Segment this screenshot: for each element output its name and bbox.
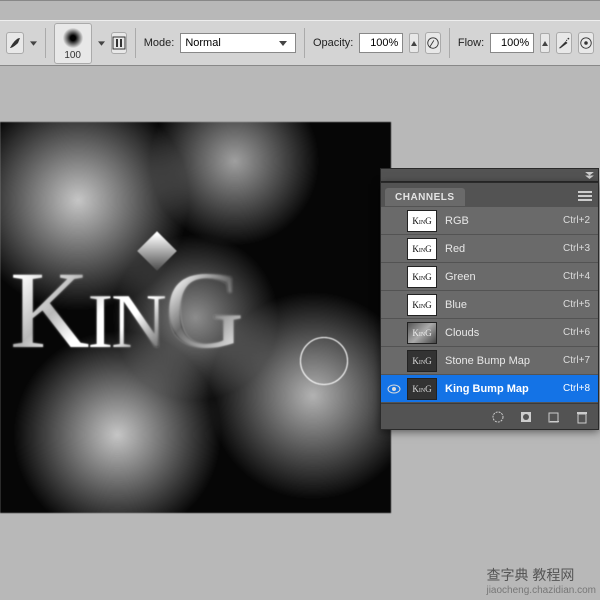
chevron-down-icon [275,41,291,46]
separator [304,28,305,58]
brush-dropdown[interactable] [98,28,105,58]
opacity-label: Opacity: [313,37,353,49]
options-bar: 100 Mode: Normal Opacity: 100% Flow: 100… [0,20,600,66]
panel-tabs: CHANNELS [381,183,598,207]
panel-collapse-bar[interactable] [380,168,599,182]
channel-row[interactable]: KinG RGBCtrl+2 [381,207,598,235]
channel-thumbnail: KinG [407,378,437,400]
channel-name: Blue [445,299,563,311]
opacity-slider-toggle[interactable] [409,33,419,53]
separator [45,28,46,58]
opacity-input[interactable]: 100% [359,33,403,53]
flow-label: Flow: [458,37,484,49]
channel-shortcut: Ctrl+4 [563,271,598,282]
pressure-opacity-icon[interactable] [425,32,441,54]
channel-name: Red [445,243,563,255]
channel-shortcut: Ctrl+2 [563,215,598,226]
separator [449,28,450,58]
airbrush-icon[interactable] [556,32,572,54]
new-channel-icon[interactable] [546,409,562,425]
separator [135,28,136,58]
flow-slider-toggle[interactable] [540,33,550,53]
brush-cursor-icon [300,337,348,385]
tool-preset-picker[interactable] [6,32,24,54]
channel-name: RGB [445,215,563,227]
channel-thumbnail: KinG [407,210,437,232]
channels-panel: CHANNELS KinG RGBCtrl+2 KinG RedCtrl+3 KinG G… [380,182,599,430]
blend-mode-value: Normal [185,37,275,49]
visibility-toggle[interactable] [381,216,407,226]
channel-thumbnail: KinG [407,294,437,316]
canvas-text: KinG [10,247,242,374]
channel-rows: KinGRGBCtrl+2KinGRedCtrl+3KinGGreenCtrl+… [381,207,598,403]
delete-channel-icon[interactable] [574,409,590,425]
channel-row[interactable]: KinG GreenCtrl+4 [381,263,598,291]
channel-name: Clouds [445,327,563,339]
brush-panel-toggle[interactable] [111,32,127,54]
panel-menu-icon[interactable] [578,189,592,201]
visibility-toggle[interactable] [381,328,407,338]
blend-mode-select[interactable]: Normal [180,33,296,53]
channel-row[interactable]: KinG CloudsCtrl+6 [381,319,598,347]
mode-label: Mode: [144,37,175,49]
channel-shortcut: Ctrl+3 [563,243,598,254]
channel-name: Stone Bump Map [445,355,563,367]
visibility-toggle[interactable] [381,244,407,254]
watermark: 查字典 教程网 jiaocheng.chazidian.com [486,565,596,596]
document-canvas[interactable]: KinG [0,122,391,513]
visibility-toggle[interactable] [381,272,407,282]
channel-thumbnail: KinG [407,266,437,288]
channel-shortcut: Ctrl+5 [563,299,598,310]
visibility-toggle[interactable] [381,356,407,366]
panel-footer [381,403,598,429]
window-top-gap [0,0,600,20]
channel-row[interactable]: KinG King Bump MapCtrl+8 [381,375,598,403]
channel-thumbnail: KinG [407,350,437,372]
channel-row[interactable]: KinG Stone Bump MapCtrl+7 [381,347,598,375]
brush-preview[interactable]: 100 [54,23,92,64]
channel-thumbnail: KinG [407,322,437,344]
brush-size-label: 100 [64,50,81,61]
channel-shortcut: Ctrl+6 [563,327,598,338]
flow-input[interactable]: 100% [490,33,534,53]
load-selection-icon[interactable] [490,409,506,425]
channel-row[interactable]: KinG BlueCtrl+5 [381,291,598,319]
pressure-size-icon[interactable] [578,32,594,54]
visibility-toggle[interactable] [381,384,407,394]
tool-preset-dropdown[interactable] [30,28,37,58]
channel-row[interactable]: KinG RedCtrl+3 [381,235,598,263]
channel-shortcut: Ctrl+8 [563,383,598,394]
channel-shortcut: Ctrl+7 [563,355,598,366]
channel-name: King Bump Map [445,383,563,395]
brush-dot-icon [61,26,85,50]
visibility-toggle[interactable] [381,300,407,310]
channel-thumbnail: KinG [407,238,437,260]
save-selection-icon[interactable] [518,409,534,425]
tab-channels[interactable]: CHANNELS [385,188,465,206]
channel-name: Green [445,271,563,283]
